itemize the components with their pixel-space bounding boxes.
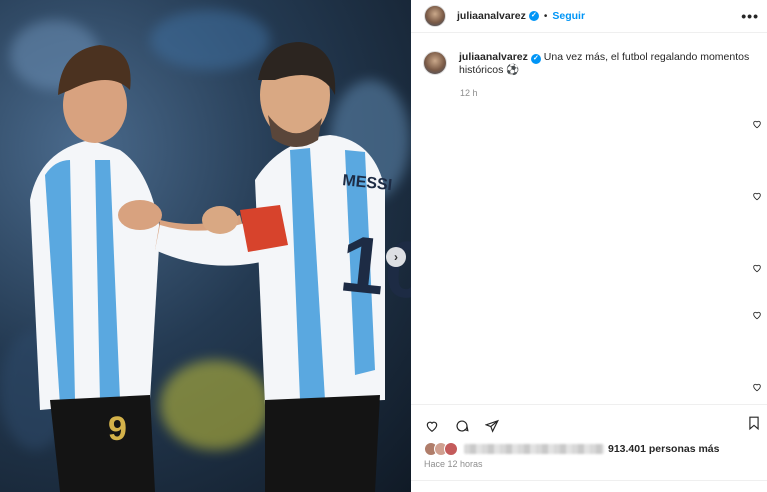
caption: juliaanalvarez ✓ Una vez más, el futbol r… (411, 33, 767, 77)
post-photo[interactable]: 9 MESSI 10 › (0, 0, 411, 492)
liker-avatars (424, 442, 458, 456)
heart-icon[interactable] (752, 191, 762, 201)
heart-icon[interactable] (752, 310, 762, 320)
heart-icon[interactable] (425, 419, 439, 433)
left-player-number: 9 (108, 410, 127, 448)
heart-icon[interactable] (752, 382, 762, 392)
avatar (444, 442, 458, 456)
comment-icon[interactable] (455, 419, 469, 433)
right-player: MESSI 10 (155, 42, 411, 492)
post-actions-bar (411, 404, 767, 433)
separator-dot: • (543, 10, 548, 22)
post-header: juliaanalvarez ✓ • Seguir (411, 0, 767, 33)
verified-badge-icon: ✓ (530, 54, 541, 64)
likes-count[interactable]: 913.401 personas más (608, 443, 720, 455)
soccer-ball-icon: ⚽ (506, 64, 520, 76)
avatar[interactable] (424, 5, 446, 27)
share-icon[interactable] (484, 419, 499, 433)
verified-badge-icon: ✓ (528, 11, 539, 21)
caption-username[interactable]: juliaanalvarez (459, 51, 528, 63)
caption-time: 12 h (460, 88, 478, 98)
next-image-icon[interactable]: › (386, 247, 406, 267)
action-icons (425, 419, 499, 433)
header-username[interactable]: juliaanalvarez (457, 10, 526, 22)
hands (118, 200, 162, 230)
blurred-liker-names (464, 444, 604, 454)
likes-row[interactable]: 913.401 personas más (424, 442, 720, 456)
heart-icon[interactable] (752, 263, 762, 273)
heart-icon[interactable] (752, 119, 762, 129)
caption-body: juliaanalvarez ✓ Una vez más, el futbol r… (459, 51, 757, 77)
post-side-panel: juliaanalvarez ✓ • Seguir ••• juliaanalv… (411, 0, 767, 492)
more-options-icon[interactable]: ••• (741, 8, 759, 24)
hands (202, 206, 238, 234)
caption-avatar[interactable] (423, 51, 447, 75)
divider (411, 480, 767, 481)
posted-time: Hace 12 horas (424, 459, 483, 469)
players-illustration: 9 MESSI 10 (30, 42, 411, 492)
right-player-number: 10 (336, 218, 411, 316)
bookmark-icon[interactable] (747, 415, 761, 431)
follow-button[interactable]: Seguir (552, 10, 585, 22)
left-player: 9 (30, 45, 245, 492)
